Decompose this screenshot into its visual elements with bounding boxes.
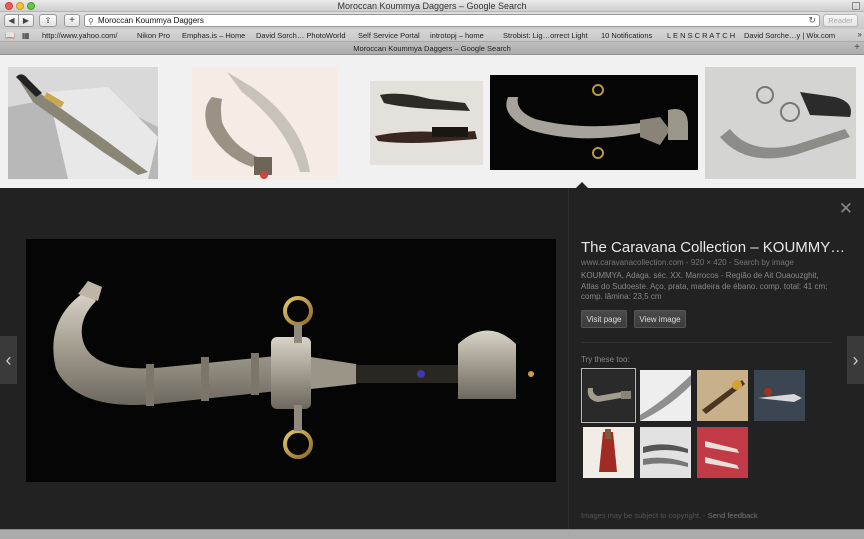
bookmark-item[interactable]: L E N S C R A T C H: [667, 31, 735, 40]
result-thumbnail[interactable]: [705, 67, 856, 179]
close-icon[interactable]: ✕: [839, 200, 853, 217]
tab-bar: Moroccan Koummya Daggers – Google Search…: [0, 42, 864, 55]
image-info: The Caravana Collection – KOUMMY… www.ca…: [581, 239, 843, 303]
window-title: Moroccan Koummya Daggers – Google Search: [337, 1, 527, 11]
dagger-photo: [720, 86, 851, 159]
new-tab-icon[interactable]: +: [854, 42, 860, 53]
back-button[interactable]: ◀: [4, 14, 19, 27]
back-arrow-icon: ◀: [8, 16, 15, 25]
bookmark-item[interactable]: Strobist: Lig…orrect Light: [503, 31, 588, 40]
dagger-photo: [697, 427, 748, 478]
related-thumbnail[interactable]: [640, 427, 691, 478]
bookmark-item[interactable]: Self Service Portal: [358, 31, 420, 40]
dagger-photo: [8, 74, 158, 179]
dagger-photo: [375, 93, 477, 143]
related-thumbnail[interactable]: [754, 370, 805, 421]
dagger-photo: [640, 370, 691, 421]
forward-button[interactable]: ▶: [19, 14, 34, 27]
preview-meta[interactable]: www.caravanacollection.com - 920 × 420 -…: [581, 258, 843, 267]
tab-current[interactable]: Moroccan Koummya Daggers – Google Search: [0, 44, 864, 53]
related-thumbnail[interactable]: [697, 370, 748, 421]
search-icon: ⚲: [88, 17, 94, 26]
dagger-photo: [640, 427, 691, 478]
more-bookmarks-icon[interactable]: »: [858, 30, 862, 39]
copyright-footer: Images may be subject to copyright. - Se…: [581, 511, 758, 520]
try-these-label: Try these too:: [581, 355, 630, 364]
dagger-photo: [506, 84, 688, 159]
action-buttons: Visit page View image: [581, 310, 701, 330]
related-thumbnail[interactable]: [697, 427, 748, 478]
image-preview-panel: ✕ ‹ › The Caravana Collection – KOUMMY… …: [0, 188, 864, 529]
related-thumbnail[interactable]: [640, 370, 691, 421]
panel-divider: [568, 188, 569, 529]
browser-toolbar: ◀ ▶ ⇪ + ⚲ Moroccan Koummya Daggers ↻ Rea…: [0, 12, 864, 29]
chevron-right-icon[interactable]: ›: [847, 336, 864, 384]
footer-separator: -: [703, 511, 706, 520]
dagger-photo: [583, 427, 634, 478]
bookmark-item[interactable]: Emphas.is – Home: [182, 31, 245, 40]
bookmarks-bar: 📖 ▦ http://www.yahoo.com/ Nikon Pro Emph…: [0, 29, 864, 42]
info-divider: [581, 342, 832, 343]
send-feedback-link[interactable]: Send feedback: [708, 511, 758, 520]
book-icon[interactable]: 📖: [5, 31, 15, 40]
preview-image[interactable]: [26, 239, 556, 482]
bookmark-item[interactable]: Nikon Pro: [137, 31, 170, 40]
copyright-notice: Images may be subject to copyright.: [581, 511, 702, 520]
result-thumbnail[interactable]: [8, 67, 158, 179]
bookmark-item[interactable]: introtopj – home: [430, 31, 484, 40]
dagger-photo: [697, 370, 748, 421]
dagger-photo: [583, 370, 634, 421]
grid-icon[interactable]: ▦: [22, 31, 30, 40]
fullscreen-icon[interactable]: [852, 2, 860, 10]
share-icon: ⇪: [44, 16, 52, 25]
dagger-photo: [205, 72, 310, 179]
related-thumbnail[interactable]: [583, 427, 634, 478]
address-bar-text: Moroccan Koummya Daggers: [98, 16, 204, 25]
koummya-dagger-photo: [53, 281, 534, 459]
share-button[interactable]: ⇪: [39, 14, 57, 27]
bookmark-item[interactable]: David Sorch… PhotoWorld: [256, 31, 345, 40]
result-thumbnail-selected[interactable]: [490, 75, 698, 170]
chevron-left-icon[interactable]: ‹: [0, 336, 17, 384]
view-image-button[interactable]: View image: [634, 310, 686, 328]
forward-arrow-icon: ▶: [22, 16, 30, 25]
bookmark-item[interactable]: http://www.yahoo.com/: [42, 31, 117, 40]
address-bar[interactable]: ⚲ Moroccan Koummya Daggers ↻: [84, 14, 820, 27]
preview-description: KOUMMYA, Adaga. séc. XX. Marrocos - Regi…: [581, 271, 828, 301]
related-thumbnail[interactable]: [581, 368, 636, 423]
result-thumbnail[interactable]: [192, 67, 337, 180]
visit-page-button[interactable]: Visit page: [581, 310, 627, 328]
window-titlebar: Moroccan Koummya Daggers – Google Search: [0, 0, 864, 12]
add-tab-button[interactable]: +: [64, 14, 80, 27]
result-thumbnail[interactable]: [370, 81, 483, 165]
image-results-strip: [0, 55, 864, 188]
status-bar: [0, 529, 864, 539]
reload-icon[interactable]: ↻: [808, 15, 816, 26]
bookmark-item[interactable]: 10 Notifications: [601, 31, 652, 40]
preview-title[interactable]: The Caravana Collection – KOUMMY…: [581, 239, 843, 256]
bookmark-item[interactable]: David Sorche…y | Wix.com: [744, 31, 835, 40]
plus-icon: +: [69, 15, 75, 26]
reader-button[interactable]: Reader: [823, 14, 858, 27]
dagger-photo: [754, 370, 805, 421]
